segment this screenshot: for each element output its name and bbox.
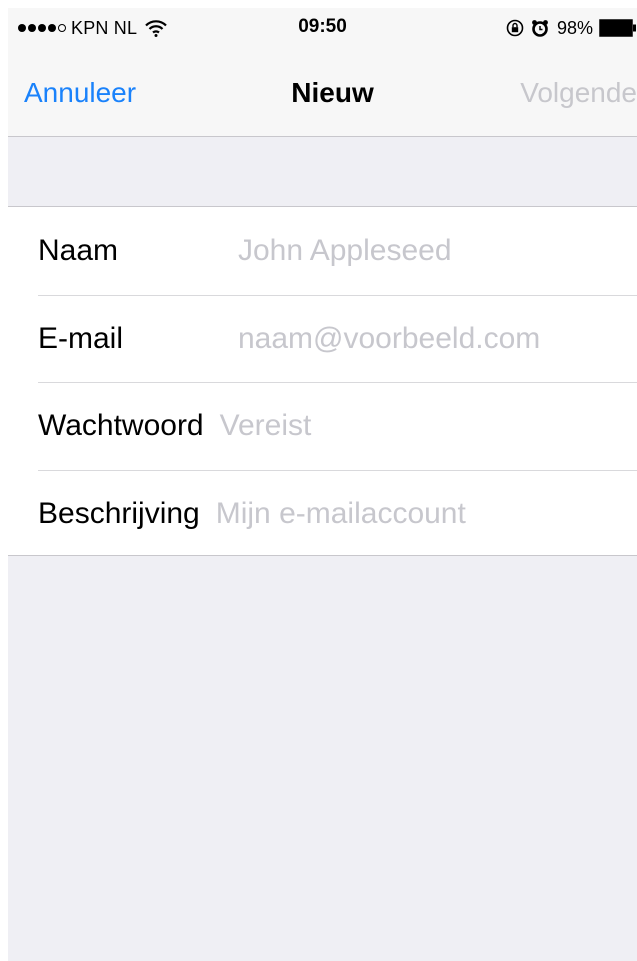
- description-row[interactable]: Beschrijving Mijn e-mailaccount: [38, 469, 637, 558]
- name-label: Naam: [38, 233, 119, 267]
- status-bar: KPN NL 09:50 98%: [8, 8, 637, 48]
- name-row[interactable]: Naam John Appleseed: [38, 207, 637, 295]
- alarm-icon: [531, 19, 549, 37]
- next-button[interactable]: Volgende: [520, 48, 637, 137]
- battery-percentage: 98%: [556, 17, 593, 38]
- status-right: 98%: [506, 17, 637, 39]
- screen: KPN NL 09:50 98% Annuleer Nieuw Volgende…: [8, 8, 637, 961]
- name-field[interactable]: John Appleseed: [238, 234, 452, 268]
- email-row[interactable]: E-mail naam@voorbeeld.com: [38, 294, 637, 383]
- description-field[interactable]: Mijn e-mailaccount: [216, 497, 466, 531]
- navigation-bar: Annuleer Nieuw Volgende: [8, 48, 637, 137]
- description-label: Beschrijving: [38, 496, 200, 530]
- password-label: Wachtwoord: [38, 409, 204, 443]
- top-bars: KPN NL 09:50 98% Annuleer Nieuw Volgende: [8, 8, 637, 137]
- battery-icon: [599, 19, 637, 37]
- password-field[interactable]: Vereist: [220, 409, 312, 443]
- rotation-lock-icon: [506, 19, 524, 37]
- account-form: Naam John Appleseed E-mail naam@voorbeel…: [8, 206, 637, 556]
- password-row[interactable]: Wachtwoord Vereist: [38, 382, 637, 470]
- email-label: E-mail: [38, 321, 124, 355]
- email-field[interactable]: naam@voorbeeld.com: [238, 322, 540, 356]
